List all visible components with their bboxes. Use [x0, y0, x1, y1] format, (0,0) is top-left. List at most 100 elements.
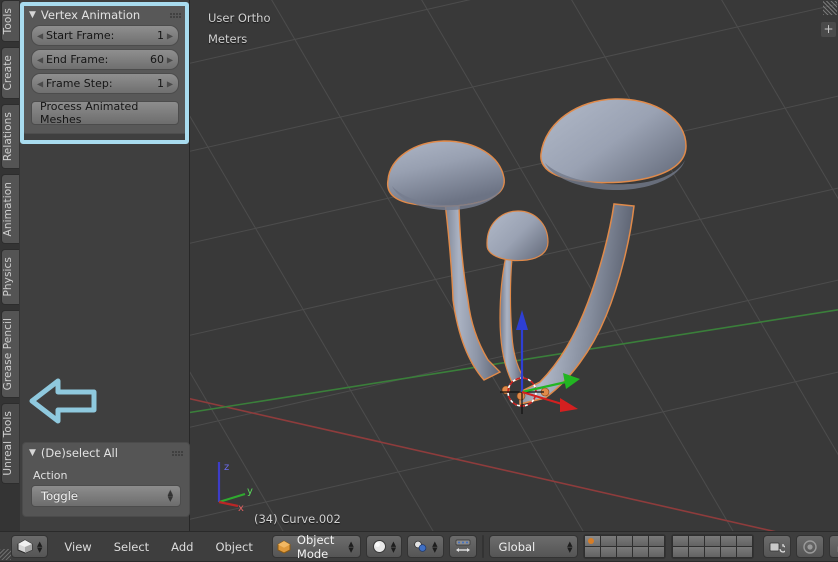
manipulator-axes-icon[interactable]: [483, 536, 484, 557]
layer-cell[interactable]: [720, 536, 736, 546]
editor-type-button[interactable]: ▲ ▼: [11, 535, 49, 558]
sidebar-item-physics[interactable]: Physics: [1, 249, 19, 305]
snap-magnet-icon: [837, 544, 838, 552]
tab-label: Create: [2, 55, 14, 91]
sidebar-item-animation[interactable]: Animation: [1, 174, 19, 245]
interaction-mode-dropdown[interactable]: Object Mode ▲ ▼: [271, 532, 361, 561]
menu-select[interactable]: Select: [103, 532, 160, 562]
transform-orientation-dropdown[interactable]: Global ▲ ▼: [488, 535, 578, 558]
panel-title: Vertex Animation: [40, 8, 141, 22]
interaction-mode-label: Object Mode: [296, 532, 335, 561]
sidebar-item-tools[interactable]: Tools: [1, 0, 19, 43]
viewport-corner-grip[interactable]: [823, 1, 837, 15]
tab-label: Relations: [2, 111, 14, 161]
viewport-view-name: User Ortho: [208, 11, 271, 25]
layer-cell[interactable]: [584, 547, 600, 557]
sidebar-item-create[interactable]: Create: [1, 47, 19, 99]
sidebar-item-relations[interactable]: Relations: [1, 103, 19, 169]
object-mode-cube-icon: [277, 539, 291, 554]
action-dropdown[interactable]: Toggle ▲ ▼: [31, 485, 181, 507]
viewport-properties-pull-tab[interactable]: +: [821, 22, 836, 37]
tab-label: Tools: [2, 8, 14, 35]
manipulator-visibility-button[interactable]: [448, 535, 477, 558]
chevron-right-icon[interactable]: ▶: [167, 31, 173, 40]
viewport-header-bar: ▲ ▼ View Select Add Object Object Mode ▲ ▼…: [0, 531, 838, 561]
sidebar-item-grease-pencil[interactable]: Grease Pencil: [1, 309, 19, 399]
layer-cell[interactable]: [672, 536, 688, 546]
end-frame-label: End Frame:: [46, 53, 109, 66]
chevron-right-icon[interactable]: ▶: [167, 55, 173, 64]
start-frame-value: 1: [157, 29, 164, 42]
layer-cell[interactable]: [648, 536, 664, 546]
frame-step-field[interactable]: ◀ Frame Step: 1 ▶: [31, 73, 179, 94]
layer-group-2[interactable]: [670, 534, 754, 559]
proportional-edit-button[interactable]: [795, 535, 824, 558]
layer-cell[interactable]: [632, 536, 648, 546]
end-frame-field[interactable]: ◀ End Frame: 60 ▶: [31, 49, 179, 70]
chevron-updown-icon: ▲ ▼: [567, 539, 573, 554]
panel-grip-icon[interactable]: [170, 12, 181, 18]
triangle-down-icon[interactable]: ▼: [29, 448, 36, 458]
menu-add[interactable]: Add: [160, 532, 204, 562]
layer-cell[interactable]: [648, 547, 664, 557]
chevron-left-icon[interactable]: ◀: [37, 79, 43, 88]
tab-label: Grease Pencil: [2, 317, 14, 391]
viewport-units: Meters: [208, 32, 248, 46]
triangle-down-icon[interactable]: ▼: [29, 10, 36, 20]
svg-text:x: x: [238, 503, 244, 514]
transform-orientation-label: Global: [498, 539, 536, 554]
tab-label: Animation: [2, 182, 14, 237]
menu-view[interactable]: View: [53, 532, 102, 562]
pivot-point-dropdown[interactable]: ▲ ▼: [407, 535, 444, 558]
manipulator-toggle-icon: [455, 539, 470, 552]
end-frame-value: 60: [150, 53, 164, 66]
menu-object[interactable]: Object: [204, 532, 263, 562]
chevron-updown-icon: ▲ ▼: [37, 539, 43, 554]
process-animated-meshes-button[interactable]: Process Animated Meshes: [31, 100, 179, 126]
layer-cell[interactable]: [600, 536, 616, 546]
tool-shelf: Tools Create Relations Animation Physics…: [0, 0, 190, 531]
chevron-updown-icon: ▲ ▼: [167, 489, 173, 503]
svg-text:y: y: [247, 486, 253, 497]
chevron-right-icon[interactable]: ▶: [167, 79, 173, 88]
panel-title: (De)select All: [40, 446, 118, 460]
tab-label: Physics: [2, 257, 14, 297]
viewport-shading-dropdown[interactable]: ▲ ▼: [365, 535, 403, 558]
layer-cell[interactable]: [616, 547, 632, 557]
solid-shading-icon: [372, 540, 386, 553]
start-frame-field[interactable]: ◀ Start Frame: 1 ▶: [31, 25, 179, 46]
layer-cell[interactable]: [688, 536, 704, 546]
layer-cell[interactable]: [736, 536, 752, 546]
layer-cell[interactable]: [672, 547, 688, 557]
layer-cell[interactable]: [704, 536, 720, 546]
layer-cell[interactable]: [616, 536, 632, 546]
tool-shelf-tab-column: Tools Create Relations Animation Physics…: [0, 0, 20, 531]
blender-window: z y x User Ortho Meters (34) Curve.002 +…: [0, 0, 838, 561]
chevron-updown-icon: ▲ ▼: [432, 539, 438, 554]
layer-cell[interactable]: [600, 547, 616, 557]
vertex-animation-panel-header[interactable]: ▼ Vertex Animation: [23, 5, 187, 25]
scene-layers: [582, 534, 759, 559]
sidebar-item-unreal-tools[interactable]: Unreal Tools: [1, 403, 19, 485]
layer-group-1[interactable]: [582, 534, 666, 559]
vertex-animation-panel: ▼ Vertex Animation ◀ Start Frame: 1 ▶ ◀ …: [22, 4, 188, 134]
3d-view-icon: [17, 539, 33, 554]
snap-magnet-button[interactable]: [828, 535, 838, 558]
start-frame-label: Start Frame:: [46, 29, 115, 42]
chevron-left-icon[interactable]: ◀: [37, 31, 43, 40]
panel-grip-icon[interactable]: [172, 450, 183, 456]
pivot-median-icon: [414, 540, 427, 552]
chevron-left-icon[interactable]: ◀: [37, 55, 43, 64]
tab-label: Unreal Tools: [2, 411, 14, 477]
layer-cell[interactable]: [704, 547, 720, 557]
header-grip-icon[interactable]: [0, 549, 11, 560]
layer-cell[interactable]: [736, 547, 752, 557]
deselect-all-panel-header[interactable]: ▼ (De)select All: [23, 443, 189, 463]
lock-object-modes-icon: [769, 542, 785, 553]
layer-cell[interactable]: [720, 547, 736, 557]
manipulator-widget-group: [481, 535, 484, 558]
layer-cell[interactable]: [688, 547, 704, 557]
lock-object-modes-button[interactable]: [762, 535, 791, 558]
layer-cell[interactable]: [632, 547, 648, 557]
layer-cell[interactable]: [584, 536, 600, 546]
